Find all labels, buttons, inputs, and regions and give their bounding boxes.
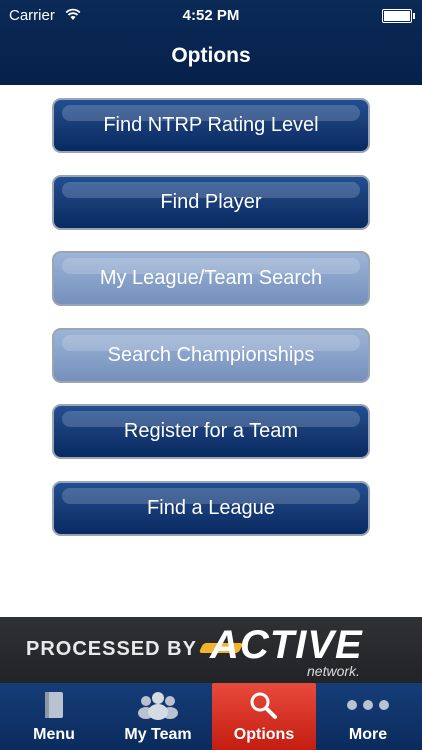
nav-bar: Carrier 4:52 PM Options (0, 0, 422, 85)
tab-my-team[interactable]: My Team (106, 683, 210, 750)
button-label: Register for a Team (123, 420, 299, 442)
tab-bar: Menu My Team Options More (0, 683, 422, 750)
button-label: Search Championships (107, 344, 315, 366)
processed-by-active-banner[interactable]: PROCESSED BY ACTIVE network. (0, 617, 422, 683)
clock: 4:52 PM (182, 7, 240, 24)
button-label: Find a League (147, 497, 275, 519)
active-logo: ACTIVE (210, 623, 363, 667)
tab-more[interactable]: More (316, 683, 420, 750)
tab-label: More (348, 726, 388, 743)
button-label: Find Player (160, 191, 262, 213)
tab-options[interactable]: Options (212, 683, 316, 750)
status-bar: Carrier 4:52 PM (0, 0, 422, 32)
tab-label: Options (233, 726, 295, 743)
button-label: Find NTRP Rating Level (103, 114, 319, 136)
button-label: My League/Team Search (99, 267, 323, 289)
search-championships-button[interactable]: Search Championships (52, 328, 370, 383)
tab-menu[interactable]: Menu (2, 683, 106, 750)
book-icon (45, 692, 63, 718)
team-icon (138, 692, 178, 720)
more-dots-icon (347, 700, 389, 710)
find-a-league-button[interactable]: Find a League (52, 481, 370, 536)
find-player-button[interactable]: Find Player (52, 175, 370, 230)
register-for-a-team-button[interactable]: Register for a Team (52, 404, 370, 459)
my-league-team-search-button[interactable]: My League/Team Search (52, 251, 370, 306)
tab-label: Menu (33, 726, 75, 743)
search-icon (250, 692, 277, 719)
tab-label: My Team (124, 726, 192, 743)
processed-by-label: PROCESSED BY (26, 638, 197, 660)
battery-icon (382, 9, 415, 23)
network-logo-text: network. (307, 663, 360, 679)
find-ntrp-rating-level-button[interactable]: Find NTRP Rating Level (52, 98, 370, 153)
page-title: Options (171, 44, 251, 67)
